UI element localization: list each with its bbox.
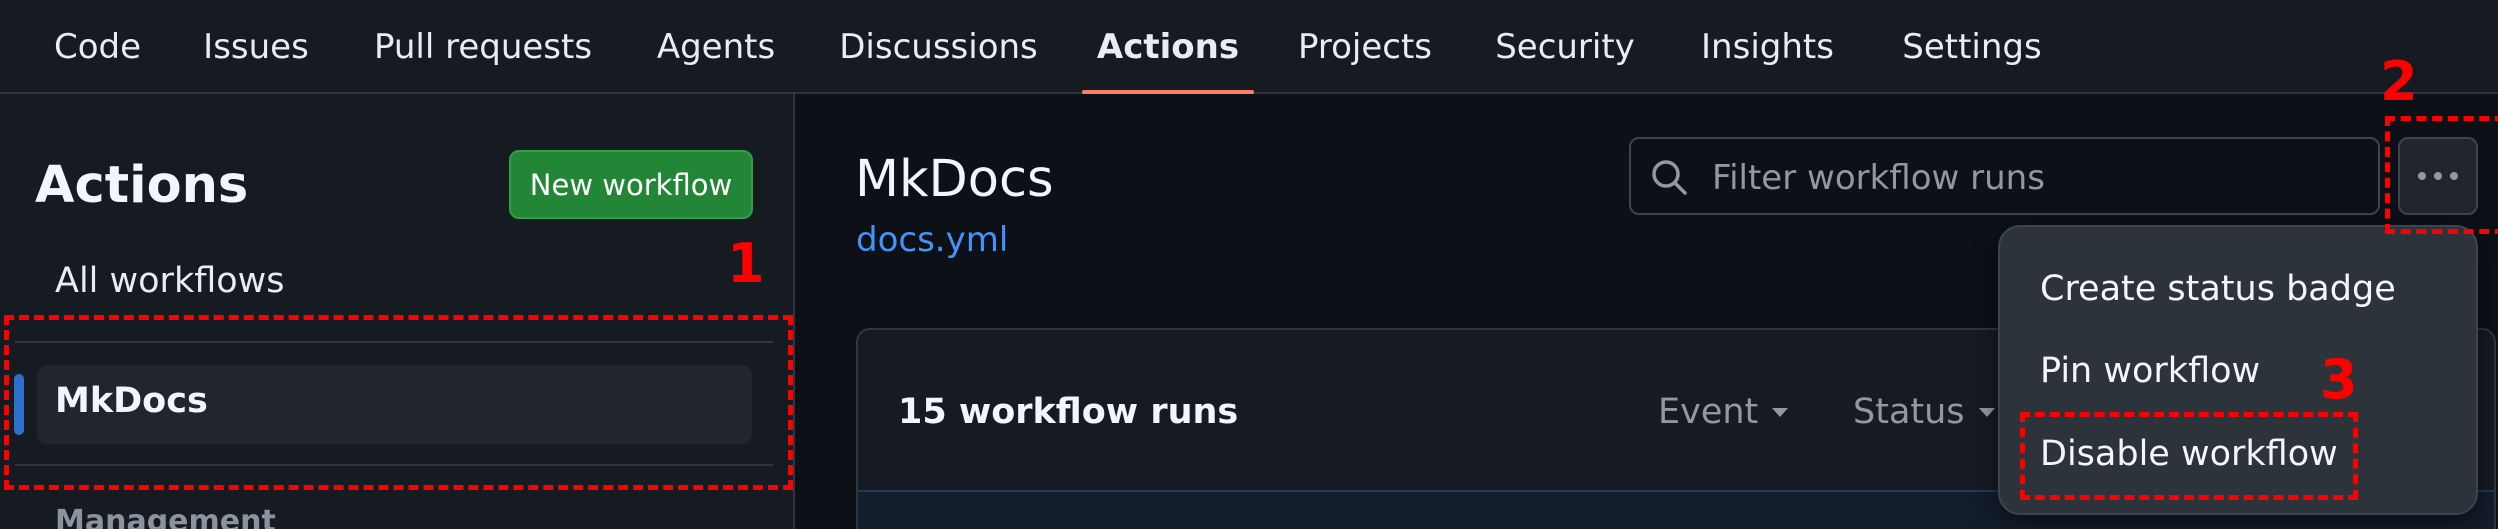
tab-code[interactable]: Code [35, 0, 160, 94]
repo-nav: Code Issues Pull requests Agents Discuss… [0, 0, 2498, 94]
annotation-box-1 [4, 315, 793, 490]
workflow-title: MkDocs [855, 150, 1054, 209]
event-filter[interactable]: Event [1658, 392, 1789, 432]
annotation-box-2 [2385, 116, 2498, 234]
workflow-file-link[interactable]: docs.yml [856, 220, 1008, 260]
chevron-down-icon [1772, 407, 1789, 417]
tab-issues[interactable]: Issues [186, 0, 326, 94]
tab-insights[interactable]: Insights [1695, 0, 1840, 94]
menu-item-pin-workflow[interactable]: Pin workflow [2040, 351, 2260, 391]
annotation-number-2: 2 [2380, 50, 2418, 113]
tab-actions[interactable]: Actions [1090, 0, 1246, 94]
tab-pull-requests[interactable]: Pull requests [368, 0, 598, 94]
annotation-box-3 [2020, 412, 2358, 500]
filter-workflow-runs-input[interactable]: Filter workflow runs [1629, 137, 2380, 215]
annotation-number-3: 3 [2320, 348, 2358, 411]
filter-placeholder: Filter workflow runs [1712, 158, 2045, 198]
search-icon [1652, 160, 1687, 195]
status-filter[interactable]: Status [1853, 392, 1995, 432]
management-heading: Management [55, 504, 276, 529]
menu-item-create-status-badge[interactable]: Create status badge [2040, 269, 2396, 309]
chevron-down-icon [1978, 407, 1995, 417]
status-filter-label: Status [1853, 392, 1965, 432]
annotation-number-1: 1 [727, 232, 765, 295]
tab-agents[interactable]: Agents [641, 0, 791, 94]
event-filter-label: Event [1658, 392, 1759, 432]
sidebar-title: Actions [35, 156, 249, 215]
tab-discussions[interactable]: Discussions [831, 0, 1046, 94]
active-tab-underline [1082, 90, 1254, 94]
sidebar-item-all-workflows[interactable]: All workflows [55, 261, 285, 301]
tab-security[interactable]: Security [1490, 0, 1640, 94]
new-workflow-button[interactable]: New workflow [509, 150, 753, 219]
tab-projects[interactable]: Projects [1290, 0, 1440, 94]
tab-settings[interactable]: Settings [1897, 0, 2047, 94]
page: Code Issues Pull requests Agents Discuss… [0, 0, 2498, 529]
runs-count: 15 workflow runs [898, 392, 1239, 432]
